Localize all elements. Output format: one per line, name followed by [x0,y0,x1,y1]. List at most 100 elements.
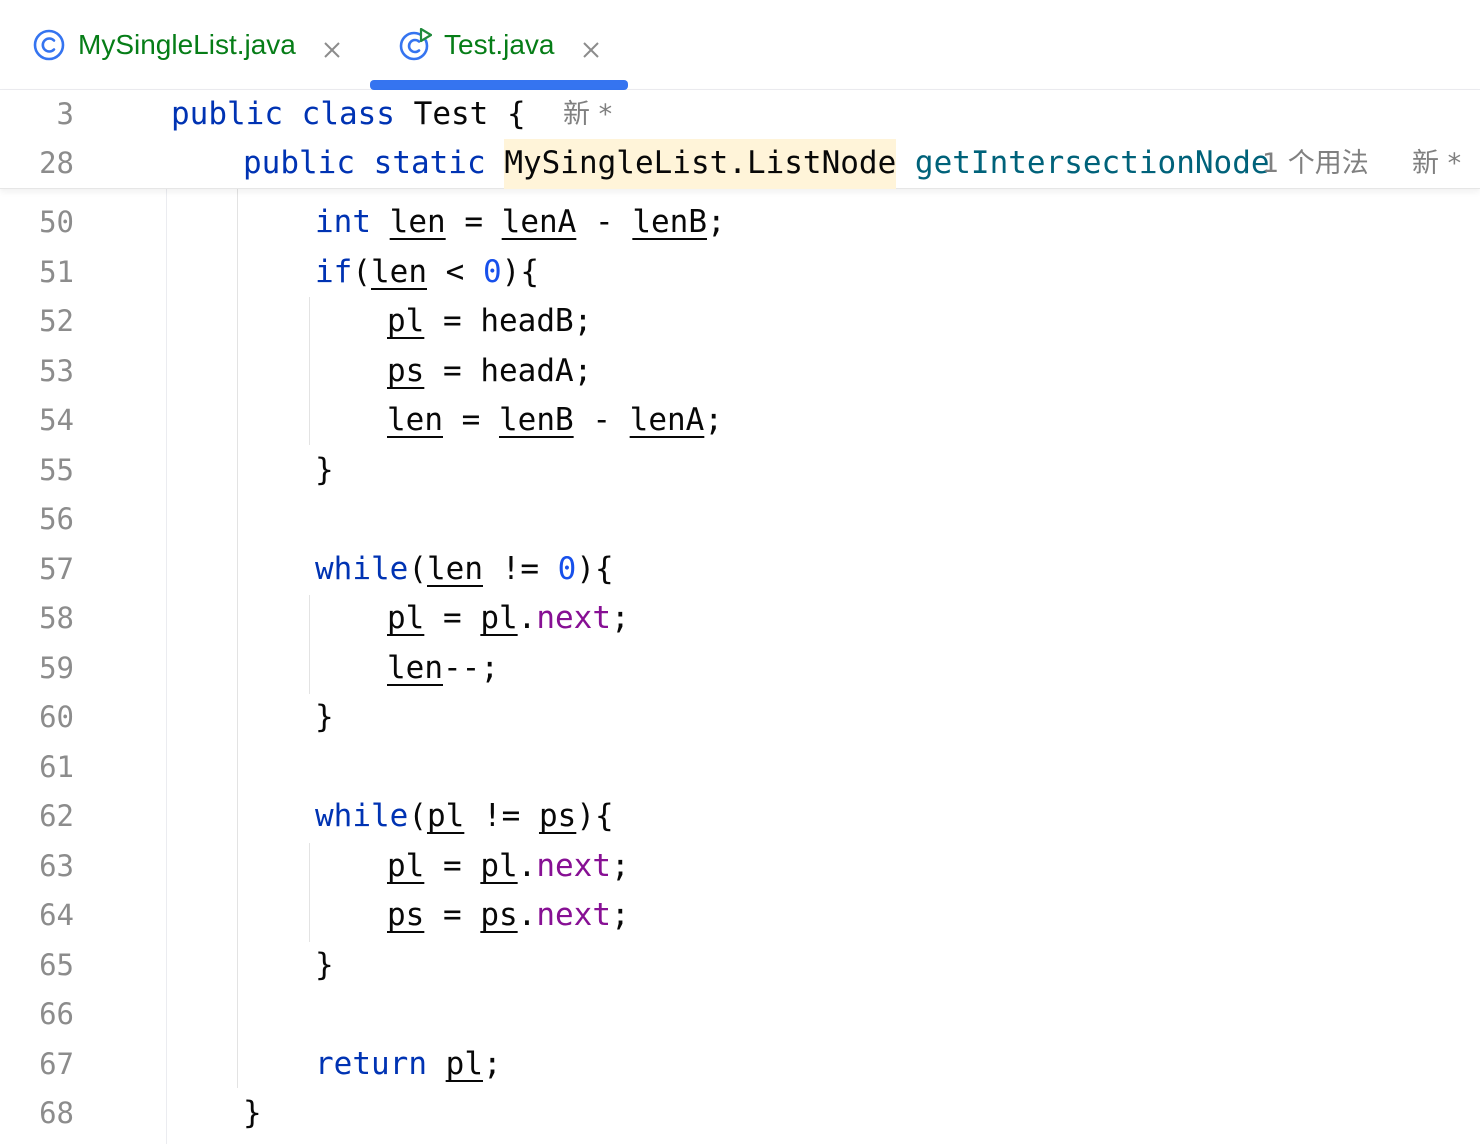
brace: } [315,947,334,983]
code-line[interactable]: 51 if(len < 0){ [0,248,1480,298]
punctuation: ; [482,1046,502,1082]
method-name: getIntersectionNode [914,145,1270,181]
line-number: 50 [39,205,74,239]
code-line[interactable]: 55 } [0,446,1480,496]
line-number: 3 [56,97,74,131]
class-name: Test [413,96,489,132]
punctuation: ){ [576,798,614,834]
brace: } [315,699,334,735]
code-line[interactable]: 64 ps = ps. next; [0,891,1480,941]
keyword: int [315,204,371,240]
usages-hint[interactable]: 1 个用法 [1262,139,1369,189]
punctuation: ){ [576,551,614,587]
author-hint[interactable]: 新 * [1412,139,1461,189]
variable: pl [480,600,518,636]
tab-label: Test.java [444,29,555,60]
variable: len [371,254,427,290]
keyword: while [315,551,409,587]
tab-test-java[interactable]: Test.java [398,0,601,90]
variable: lenB [499,402,574,438]
line-number: 61 [39,750,74,784]
punctuation: . [517,600,537,636]
field: next [536,848,611,884]
line-number: 51 [39,255,74,289]
code-line[interactable]: 67 return pl; [0,1040,1480,1090]
keyword: static [373,145,486,181]
code-line[interactable]: 52 pl = headB; [0,297,1480,347]
keyword: public [171,96,283,132]
variable: pl [387,600,425,636]
operator: - [573,402,630,438]
line-number: 56 [39,502,74,536]
variable: lenB [632,204,707,240]
operator: != [483,551,558,587]
code-line[interactable]: 50 int len = lenA - lenB; [0,198,1480,248]
keyword: while [315,798,409,834]
variable: pl [387,848,425,884]
variable: pl [445,1046,483,1082]
keyword: if [315,254,353,290]
active-tab-indicator [370,80,628,90]
return-type: MySingleList.ListNode [504,139,897,189]
punctuation: ){ [501,254,539,290]
variable: headB; [480,303,593,339]
operator: = [424,303,481,339]
code-line[interactable]: 56 [0,495,1480,545]
punctuation: ; [610,600,630,636]
punctuation: ( [408,798,427,834]
code-line[interactable]: 66 [0,990,1480,1040]
variable: len [389,204,446,240]
sticky-line-method[interactable]: 28 public static MySingleList.ListNode g… [0,139,1480,189]
code-line[interactable]: 54 len = lenB - lenA; [0,396,1480,446]
variable: ps [387,897,425,933]
variable: lenA [629,402,705,438]
punctuation: ( [408,551,427,587]
operator: = [424,600,481,636]
operator: != [464,798,539,834]
punctuation: ; [706,204,726,240]
variable: lenA [501,204,577,240]
code-line[interactable]: 63 pl = pl. next; [0,842,1480,892]
line-number: 59 [39,651,74,685]
code-line[interactable]: 61 [0,743,1480,793]
line-number: 67 [39,1047,74,1081]
number-literal: 0 [483,254,502,290]
sticky-line-class[interactable]: 3 public class Test { 新 * [0,90,1480,140]
code-line[interactable]: 65 } [0,941,1480,991]
brace: } [315,452,334,488]
punctuation: . [517,897,537,933]
code-line[interactable]: 57 while(len != 0){ [0,545,1480,595]
punctuation: . [517,848,537,884]
code-line[interactable]: 60 } [0,693,1480,743]
brace: { [506,96,526,132]
code-line[interactable]: 68 } [0,1089,1480,1139]
number-literal: 0 [557,551,577,587]
variable: len [427,551,483,587]
punctuation: ( [352,254,371,290]
keyword: public [243,145,355,181]
author-hint[interactable]: 新 * [563,90,612,140]
line-number: 55 [39,453,74,487]
close-icon[interactable] [581,35,601,58]
field: next [536,897,611,933]
java-runnable-class-icon [398,27,433,62]
variable: ps [387,353,425,389]
variable: len [387,650,443,686]
code-line[interactable]: 62 while(pl != ps){ [0,792,1480,842]
code-line[interactable]: 59 len --; [0,644,1480,694]
variable: ps [538,798,577,834]
line-number: 58 [39,601,74,635]
variable: pl [480,848,518,884]
close-icon[interactable] [322,35,342,58]
code-line[interactable]: 58 pl = pl. next; [0,594,1480,644]
operator: = [424,848,481,884]
operator: --; [443,650,499,686]
variable: pl [427,798,465,834]
line-number: 52 [39,304,74,338]
code-line[interactable]: 53 ps = headA; [0,347,1480,397]
brace: } [243,1095,262,1131]
tab-mysinglelist-java[interactable]: MySingleList.java [32,0,342,90]
line-number: 64 [39,898,74,932]
operator: = [424,897,481,933]
field: next [536,600,611,636]
